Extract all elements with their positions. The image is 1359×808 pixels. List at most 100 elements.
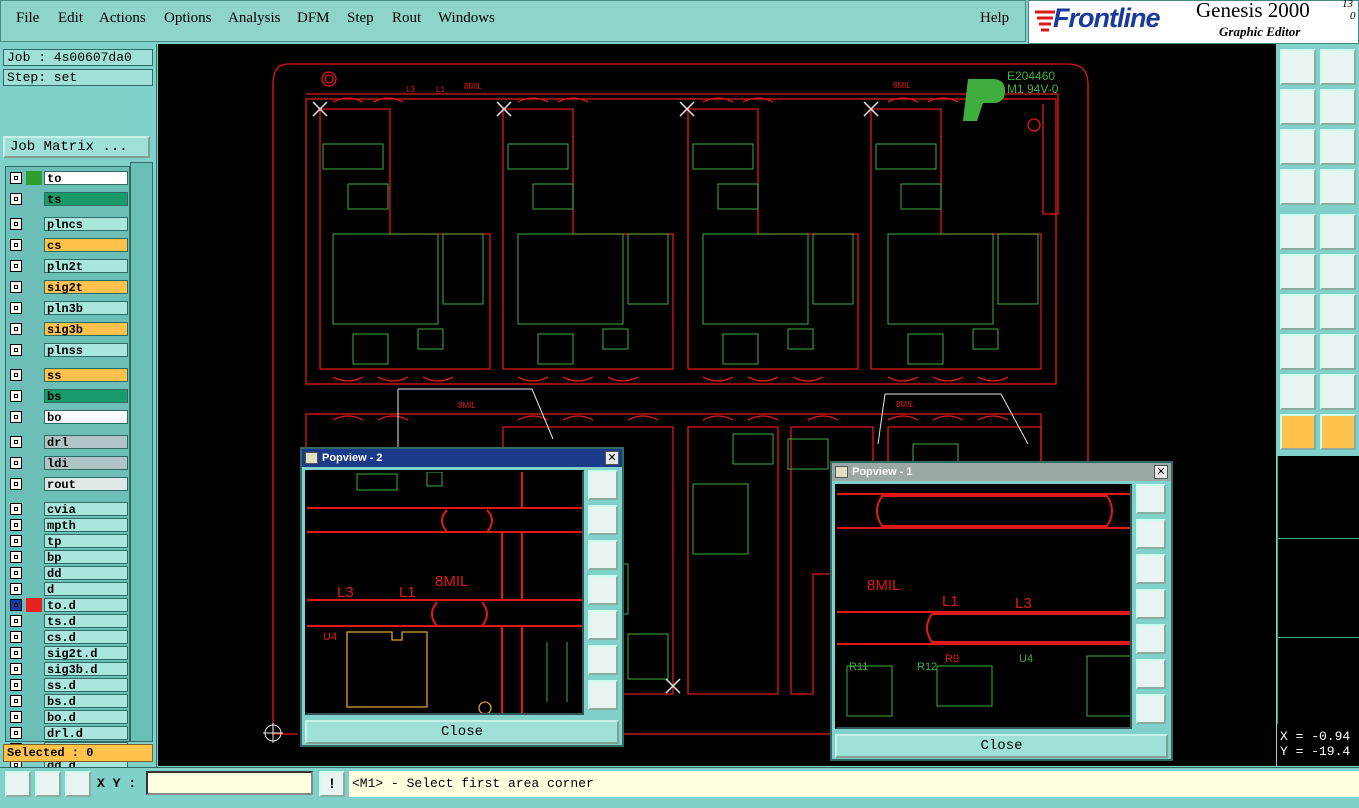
layer-color-swatch[interactable] bbox=[26, 301, 42, 315]
layer-name[interactable]: mpth bbox=[44, 518, 128, 533]
layer-row-ts-d[interactable]: ts.d bbox=[9, 614, 128, 629]
layer-color-swatch[interactable] bbox=[26, 534, 42, 548]
select-window-icon[interactable] bbox=[1320, 214, 1356, 250]
zoom-fit-icon[interactable] bbox=[1280, 129, 1316, 165]
layer-checkbox[interactable] bbox=[10, 369, 22, 381]
layer-row-d[interactable]: d bbox=[9, 582, 128, 597]
layer-name[interactable]: bo bbox=[44, 410, 128, 425]
menu-analysis[interactable]: Analysis bbox=[228, 10, 281, 27]
layer-row-ldi[interactable]: ldi bbox=[9, 456, 128, 471]
zoom-fit-icon[interactable] bbox=[1136, 484, 1166, 514]
cross-icon[interactable] bbox=[1320, 254, 1356, 290]
layer-color-swatch[interactable] bbox=[26, 502, 42, 516]
layer-checkbox[interactable] bbox=[10, 281, 22, 293]
layer-row-mpth[interactable]: mpth bbox=[9, 518, 128, 533]
layer-row-cvia[interactable]: cvia bbox=[9, 502, 128, 517]
layer-color-swatch[interactable] bbox=[26, 343, 42, 357]
pan-left-icon[interactable] bbox=[588, 575, 618, 605]
pointer-icon[interactable] bbox=[1280, 414, 1316, 450]
layer-name[interactable]: cs.d bbox=[44, 630, 128, 645]
popview-2-view[interactable]: L3 L1 8MIL U4 bbox=[305, 470, 584, 715]
layer-color-swatch[interactable] bbox=[26, 726, 42, 740]
layer-color-swatch[interactable] bbox=[26, 678, 42, 692]
layer-checkbox[interactable] bbox=[10, 679, 22, 691]
pan-down-icon[interactable] bbox=[1320, 49, 1356, 85]
layer-name[interactable]: sig2t.d bbox=[44, 646, 128, 661]
pan-right-icon[interactable] bbox=[1320, 89, 1356, 125]
layer-checkbox[interactable] bbox=[10, 218, 22, 230]
layer-name[interactable]: drl.d bbox=[44, 726, 128, 741]
pan-right-icon[interactable] bbox=[1136, 624, 1166, 654]
layer-checkbox[interactable] bbox=[10, 390, 22, 402]
alert-icon[interactable]: ! bbox=[319, 771, 345, 797]
layer-row-drl-d[interactable]: drl.d bbox=[9, 726, 128, 741]
layer-row-sig3b-d[interactable]: sig3b.d bbox=[9, 662, 128, 677]
graphic-canvas[interactable]: L3 L1 8MIL 8MIL 8MIL 8MIL E204460 M1 94V… bbox=[158, 44, 1276, 766]
layer-checkbox[interactable] bbox=[10, 172, 22, 184]
zoom-out-icon[interactable] bbox=[1136, 659, 1166, 689]
layer-color-swatch[interactable] bbox=[26, 477, 42, 491]
layer-row-pln3b[interactable]: pln3b bbox=[9, 301, 128, 316]
grid-snap-icon[interactable] bbox=[65, 771, 91, 797]
layer-row-bo-d[interactable]: bo.d bbox=[9, 710, 128, 725]
layer-checkbox[interactable] bbox=[10, 695, 22, 707]
layer-name[interactable]: to bbox=[44, 171, 128, 186]
layer-color-swatch[interactable] bbox=[26, 259, 42, 273]
job-matrix-button[interactable]: Job Matrix ... bbox=[3, 136, 150, 158]
layer-name[interactable]: tp bbox=[44, 534, 128, 549]
layer-checkbox[interactable] bbox=[10, 711, 22, 723]
menu-windows[interactable]: Windows bbox=[438, 10, 495, 27]
menu-edit[interactable]: Edit bbox=[58, 10, 83, 27]
menu-actions[interactable]: Actions bbox=[99, 10, 146, 27]
layer-color-swatch[interactable] bbox=[26, 710, 42, 724]
close-icon[interactable]: ✕ bbox=[605, 451, 619, 465]
layer-row-ss-d[interactable]: ss.d bbox=[9, 678, 128, 693]
ruler-icon[interactable] bbox=[35, 771, 61, 797]
layer-checkbox[interactable] bbox=[10, 519, 22, 531]
layer-color-swatch[interactable] bbox=[26, 238, 42, 252]
layer-name[interactable]: plncs bbox=[44, 217, 128, 232]
zoom-in-icon[interactable] bbox=[588, 680, 618, 710]
layer-checkbox[interactable] bbox=[10, 551, 22, 563]
layer-color-swatch[interactable] bbox=[26, 217, 42, 231]
snap-icon[interactable] bbox=[1280, 169, 1316, 205]
layer-name[interactable]: sig3b.d bbox=[44, 662, 128, 677]
layer-row-ss[interactable]: ss bbox=[9, 368, 128, 383]
layer-color-swatch[interactable] bbox=[26, 582, 42, 596]
overview-map[interactable] bbox=[1277, 456, 1359, 724]
pan-left-icon[interactable] bbox=[1136, 589, 1166, 619]
layer-row-rout[interactable]: rout bbox=[9, 477, 128, 492]
layer-row-sig2t-d[interactable]: sig2t.d bbox=[9, 646, 128, 661]
layer-checkbox[interactable] bbox=[10, 239, 22, 251]
layer-color-swatch[interactable] bbox=[26, 614, 42, 628]
layer-name[interactable]: rout bbox=[44, 477, 128, 492]
layer-color-swatch[interactable] bbox=[26, 456, 42, 470]
zoom-fit-icon[interactable] bbox=[588, 470, 618, 500]
layer-color-swatch[interactable] bbox=[26, 566, 42, 580]
menu-file[interactable]: File bbox=[16, 10, 39, 27]
window-menu-icon[interactable] bbox=[835, 466, 848, 478]
layer-color-swatch[interactable] bbox=[26, 410, 42, 424]
layer-name[interactable]: ldi bbox=[44, 456, 128, 471]
layer-checkbox[interactable] bbox=[10, 647, 22, 659]
popview-1-close-button[interactable]: Close bbox=[835, 734, 1168, 758]
measure-icon[interactable] bbox=[5, 771, 31, 797]
menu-step[interactable]: Step bbox=[347, 10, 374, 27]
layer-name[interactable]: bs bbox=[44, 389, 128, 404]
layer-row-dd[interactable]: dd bbox=[9, 566, 128, 581]
layer-color-swatch[interactable] bbox=[26, 280, 42, 294]
layer-checkbox[interactable] bbox=[10, 411, 22, 423]
layer-color-swatch[interactable] bbox=[26, 550, 42, 564]
layer-checkbox[interactable] bbox=[10, 323, 22, 335]
layer-name[interactable]: cvia bbox=[44, 502, 128, 517]
layer-row-ts[interactable]: ts bbox=[9, 192, 128, 207]
layer-name[interactable]: pln3b bbox=[44, 301, 128, 316]
window-menu-icon[interactable] bbox=[305, 452, 318, 464]
layer-color-swatch[interactable] bbox=[26, 389, 42, 403]
layer-name[interactable]: cs bbox=[44, 238, 128, 253]
layer-checkbox[interactable] bbox=[10, 567, 22, 579]
pad-icon[interactable] bbox=[1280, 334, 1316, 370]
layer-row-bs-d[interactable]: bs.d bbox=[9, 694, 128, 709]
layer-color-swatch[interactable] bbox=[26, 662, 42, 676]
layer-checkbox[interactable] bbox=[10, 727, 22, 739]
